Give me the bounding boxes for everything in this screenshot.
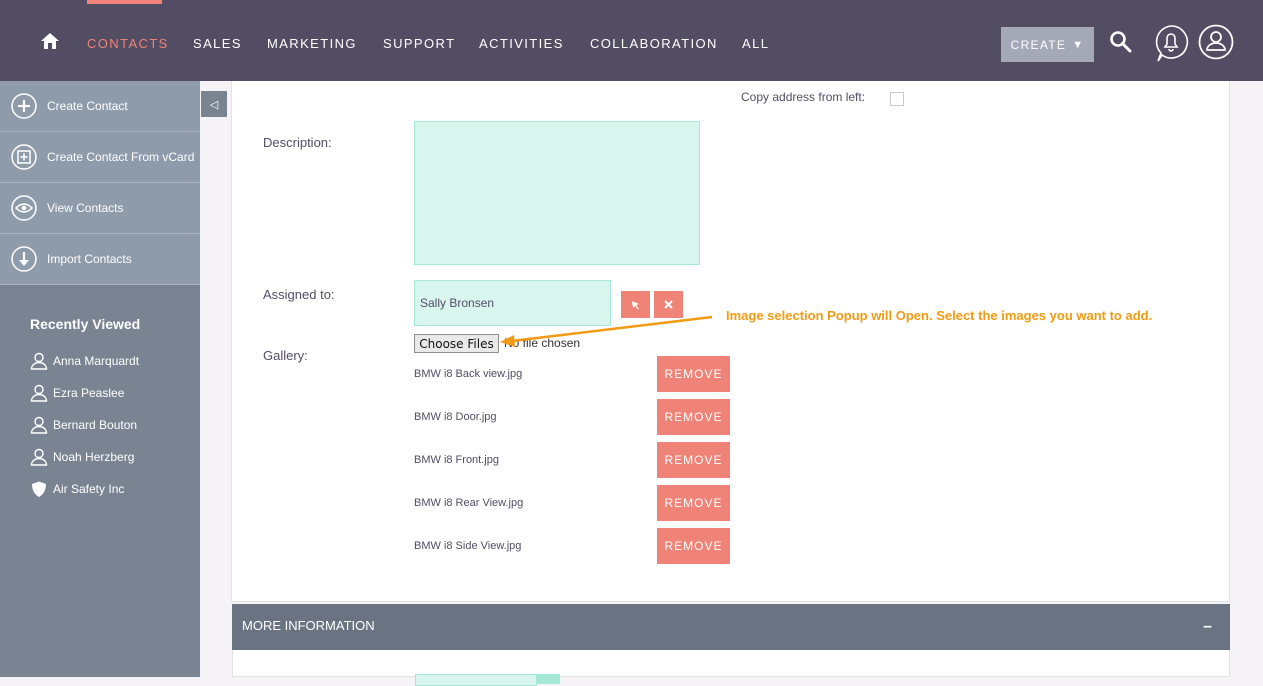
- caret-down-icon: ▼: [1072, 38, 1085, 51]
- close-icon: [664, 300, 673, 309]
- description-textarea[interactable]: [414, 121, 700, 265]
- triangle-left-icon: ◁: [209, 98, 219, 111]
- search-icon[interactable]: [1109, 30, 1133, 54]
- gallery-label: Gallery:: [263, 348, 308, 363]
- sidebar-item-create-from-vcard[interactable]: Create Contact From vCard: [0, 132, 200, 183]
- person-icon: [30, 384, 48, 402]
- collapse-minus-icon[interactable]: –: [1203, 618, 1212, 636]
- assigned-to-label: Assigned to:: [263, 287, 335, 302]
- edit-form-panel: Copy address from left: Description: Ass…: [231, 81, 1230, 602]
- eye-icon: [11, 195, 37, 221]
- nav-contacts[interactable]: Contacts: [87, 36, 169, 51]
- more-information-title: MORE INFORMATION: [242, 618, 375, 633]
- select-user-button[interactable]: [621, 291, 650, 318]
- remove-image-button[interactable]: REMOVE: [657, 528, 730, 564]
- more-information-panel: [232, 650, 1230, 686]
- recent-item-air-safety-inc[interactable]: Air Safety Inc: [30, 479, 124, 499]
- sidebar-item-label: View Contacts: [47, 201, 124, 215]
- person-icon: [30, 352, 48, 370]
- vcard-plus-icon: [11, 144, 37, 170]
- sidebar-collapse-button[interactable]: ◁: [201, 91, 227, 117]
- nav-collaboration[interactable]: Collaboration: [590, 36, 718, 51]
- recently-viewed-title: Recently Viewed: [30, 316, 141, 332]
- home-icon[interactable]: [40, 32, 60, 50]
- download-arrow-icon: [11, 246, 37, 272]
- more-info-input[interactable]: [415, 674, 537, 686]
- annotation-text: Image selection Popup will Open. Select …: [726, 308, 1153, 323]
- remove-image-button[interactable]: REMOVE: [657, 485, 730, 521]
- recent-item-noah-herzberg[interactable]: Noah Herzberg: [30, 447, 134, 467]
- choose-files-button[interactable]: Choose Files: [414, 334, 499, 353]
- create-menu-button[interactable]: CREATE ▼: [1001, 27, 1094, 62]
- gallery-file-name: BMW i8 Rear View.jpg: [414, 497, 524, 509]
- recent-item-label: Anna Marquardt: [53, 354, 140, 368]
- recent-item-label: Bernard Bouton: [53, 418, 138, 432]
- more-info-field-button[interactable]: [536, 674, 560, 684]
- clear-user-button[interactable]: [654, 291, 683, 318]
- shield-icon: [32, 481, 46, 497]
- gallery-file-name: BMW i8 Door.jpg: [414, 411, 497, 423]
- nav-sales[interactable]: Sales: [193, 36, 242, 51]
- nav-marketing[interactable]: Marketing: [267, 36, 357, 51]
- sidebar-item-label: Create Contact: [47, 99, 128, 113]
- person-icon: [30, 448, 48, 466]
- description-label: Description:: [263, 135, 332, 150]
- recent-item-label: Air Safety Inc: [53, 482, 125, 496]
- nav-all[interactable]: All: [742, 36, 769, 51]
- gallery-file-name: BMW i8 Side View.jpg: [414, 540, 522, 552]
- copy-address-checkbox[interactable]: [890, 92, 904, 106]
- gallery-file-name: BMW i8 Front.jpg: [414, 454, 499, 466]
- recent-item-ezra-peaslee[interactable]: Ezra Peaslee: [30, 383, 124, 403]
- plus-circle-icon: [11, 93, 37, 119]
- cursor-arrow-icon: [631, 300, 639, 309]
- sidebar-actions: Create Contact Create Contact From vCard…: [0, 81, 200, 285]
- recent-item-label: Noah Herzberg: [53, 450, 135, 464]
- nav-support[interactable]: Support: [383, 36, 455, 51]
- nav-activities[interactable]: Activities: [479, 36, 564, 51]
- sidebar-item-view-contacts[interactable]: View Contacts: [0, 183, 200, 234]
- person-icon: [30, 416, 48, 434]
- sidebar-item-label: Import Contacts: [47, 252, 132, 266]
- remove-image-button[interactable]: REMOVE: [657, 442, 730, 478]
- gallery-file-name: BMW i8 Back view.jpg: [414, 368, 523, 380]
- sidebar: Create Contact Create Contact From vCard…: [0, 81, 200, 677]
- active-tab-indicator: [87, 0, 162, 4]
- more-information-header[interactable]: MORE INFORMATION –: [232, 604, 1230, 650]
- top-navigation-bar: Contacts Sales Marketing Support Activit…: [0, 0, 1263, 81]
- notification-bell-icon[interactable]: [1153, 24, 1189, 64]
- user-profile-icon[interactable]: [1198, 24, 1234, 60]
- sidebar-item-import-contacts[interactable]: Import Contacts: [0, 234, 200, 285]
- copy-address-label: Copy address from left:: [741, 90, 866, 104]
- sidebar-item-label: Create Contact From vCard: [47, 150, 195, 164]
- assigned-to-input[interactable]: Sally Bronsen: [414, 280, 611, 326]
- remove-image-button[interactable]: REMOVE: [657, 399, 730, 435]
- no-file-chosen-text: No file chosen: [504, 336, 581, 350]
- remove-image-button[interactable]: REMOVE: [657, 356, 730, 392]
- recent-item-bernard-bouton[interactable]: Bernard Bouton: [30, 415, 137, 435]
- sidebar-item-create-contact[interactable]: Create Contact: [0, 81, 200, 132]
- recent-item-anna-marquardt[interactable]: Anna Marquardt: [30, 351, 139, 371]
- create-label: CREATE: [1010, 37, 1067, 52]
- recent-item-label: Ezra Peaslee: [53, 386, 125, 400]
